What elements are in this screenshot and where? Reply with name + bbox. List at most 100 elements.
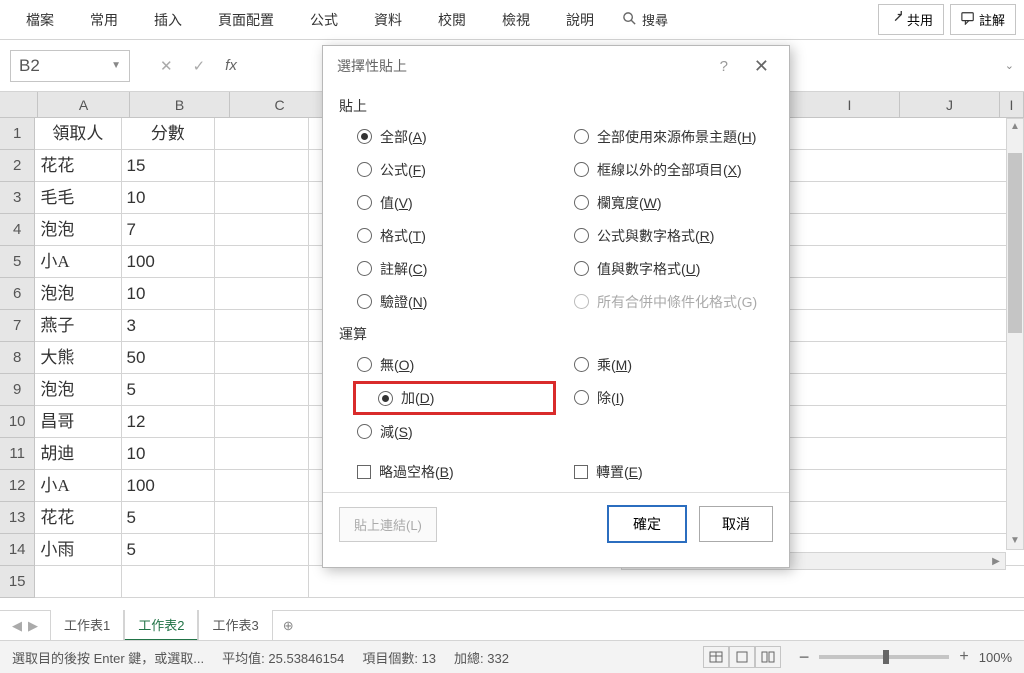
cell[interactable]: 昌哥 [35, 406, 121, 438]
cell[interactable]: 胡迪 [35, 438, 121, 470]
operation-option-radio[interactable]: 無(O) [339, 348, 556, 381]
paste-option-radio[interactable]: 欄寬度(W) [556, 186, 773, 219]
cell[interactable]: 分數 [122, 118, 216, 150]
sheet-tab[interactable]: 工作表1 [50, 610, 124, 642]
cell[interactable]: 5 [122, 534, 216, 566]
row-header[interactable]: 8 [0, 342, 35, 374]
sheet-tab[interactable]: 工作表3 [198, 610, 272, 642]
cell[interactable]: 5 [122, 374, 216, 406]
skip-blanks-checkbox[interactable]: 略過空格(B) [339, 462, 556, 482]
help-icon[interactable]: ? [720, 58, 728, 75]
cell[interactable] [215, 214, 309, 246]
chevron-right-icon[interactable]: ▶ [28, 618, 38, 634]
row-header[interactable]: 14 [0, 534, 35, 566]
column-header[interactable]: J [900, 92, 1000, 118]
cell[interactable]: 燕子 [35, 310, 121, 342]
row-header[interactable]: 13 [0, 502, 35, 534]
ok-button[interactable]: 確定 [607, 505, 687, 543]
ribbon-tab[interactable]: 資料 [356, 0, 420, 40]
cell[interactable]: 泡泡 [35, 374, 121, 406]
cell[interactable] [215, 342, 309, 374]
cell[interactable]: 100 [122, 470, 216, 502]
transpose-checkbox[interactable]: 轉置(E) [556, 462, 773, 482]
column-header[interactable]: A [38, 92, 130, 118]
page-layout-view-button[interactable] [729, 646, 755, 668]
row-header[interactable]: 3 [0, 182, 35, 214]
cell[interactable]: 小A [35, 246, 121, 278]
operation-option-radio[interactable]: 加(D) [360, 382, 434, 415]
row-header[interactable]: 1 [0, 118, 35, 150]
operation-option-radio[interactable]: 除(I) [556, 381, 773, 414]
vertical-scrollbar[interactable]: ▲▼ [1006, 118, 1024, 550]
cell[interactable] [215, 406, 309, 438]
zoom-out-button[interactable]: − [799, 647, 810, 668]
column-header[interactable]: I [800, 92, 900, 118]
cell[interactable] [215, 182, 309, 214]
cell[interactable] [215, 470, 309, 502]
column-header[interactable]: I [1000, 92, 1024, 118]
cancel-icon[interactable]: ✕ [160, 57, 173, 75]
paste-option-radio[interactable]: 全部(A) [339, 120, 556, 153]
cell[interactable]: 100 [122, 246, 216, 278]
cell[interactable]: 花花 [35, 150, 121, 182]
cell[interactable] [215, 438, 309, 470]
ribbon-tab[interactable]: 說明 [548, 0, 612, 40]
cell[interactable] [215, 118, 309, 150]
cell[interactable]: 毛毛 [35, 182, 121, 214]
cell[interactable]: 12 [122, 406, 216, 438]
paste-option-radio[interactable]: 框線以外的全部項目(X) [556, 153, 773, 186]
paste-option-radio[interactable]: 公式與數字格式(R) [556, 219, 773, 252]
page-break-view-button[interactable] [755, 646, 781, 668]
select-all-cell[interactable] [0, 92, 38, 118]
cell[interactable]: 小A [35, 470, 121, 502]
cell[interactable]: 大熊 [35, 342, 121, 374]
zoom-in-button[interactable]: + [959, 648, 968, 666]
cell[interactable] [35, 566, 121, 598]
cell[interactable] [215, 150, 309, 182]
cell[interactable]: 7 [122, 214, 216, 246]
row-header[interactable]: 5 [0, 246, 35, 278]
column-header[interactable]: C [230, 92, 330, 118]
cell[interactable]: 10 [122, 182, 216, 214]
chevron-left-icon[interactable]: ◀ [12, 618, 22, 634]
zoom-level[interactable]: 100% [979, 650, 1012, 665]
cell[interactable] [215, 534, 309, 566]
cell[interactable]: 10 [122, 438, 216, 470]
comment-button[interactable]: 註解 [950, 4, 1016, 35]
row-header[interactable]: 10 [0, 406, 35, 438]
ribbon-tab[interactable]: 公式 [292, 0, 356, 40]
row-header[interactable]: 7 [0, 310, 35, 342]
cell[interactable]: 5 [122, 502, 216, 534]
ribbon-tab[interactable]: 校閱 [420, 0, 484, 40]
collapse-formula-icon[interactable]: ⌄ [1005, 59, 1014, 72]
cell[interactable] [215, 278, 309, 310]
operation-option-radio[interactable]: 乘(M) [556, 348, 773, 381]
zoom-slider[interactable] [819, 655, 949, 659]
add-sheet-button[interactable]: ⊕ [273, 613, 304, 639]
normal-view-button[interactable] [703, 646, 729, 668]
cell[interactable] [122, 566, 216, 598]
paste-option-radio[interactable]: 值(V) [339, 186, 556, 219]
cell[interactable]: 花花 [35, 502, 121, 534]
cell[interactable] [215, 310, 309, 342]
cell[interactable]: 10 [122, 278, 216, 310]
ribbon-tab[interactable]: 檔案 [8, 0, 72, 40]
cell[interactable]: 泡泡 [35, 214, 121, 246]
paste-option-radio[interactable]: 驗證(N) [339, 285, 556, 318]
cancel-button[interactable]: 取消 [699, 506, 773, 542]
row-header[interactable]: 6 [0, 278, 35, 310]
row-header[interactable]: 11 [0, 438, 35, 470]
cell[interactable] [215, 566, 309, 598]
cell[interactable]: 領取人 [35, 118, 121, 150]
cell[interactable] [215, 374, 309, 406]
close-icon[interactable]: ✕ [748, 56, 775, 77]
paste-option-radio[interactable]: 值與數字格式(U) [556, 252, 773, 285]
paste-link-button[interactable]: 貼上連結(L) [339, 507, 437, 542]
operation-option-radio[interactable]: 減(S) [339, 415, 556, 448]
cell[interactable] [309, 566, 1024, 598]
row-header[interactable]: 2 [0, 150, 35, 182]
ribbon-tab[interactable]: 常用 [72, 0, 136, 40]
sheet-nav[interactable]: ◀▶ [0, 618, 50, 634]
row-header[interactable]: 9 [0, 374, 35, 406]
ribbon-tab[interactable]: 檢視 [484, 0, 548, 40]
